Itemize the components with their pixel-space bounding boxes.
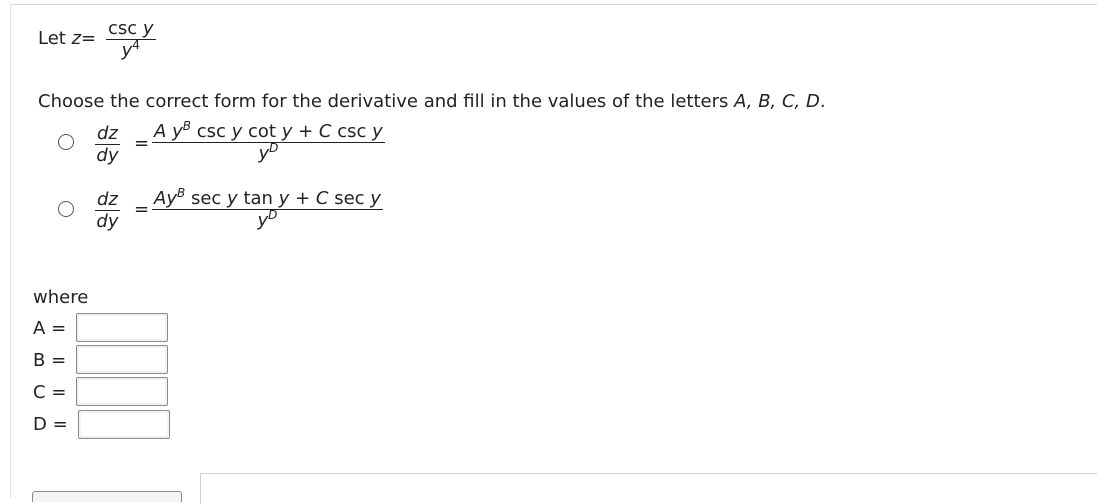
option-1-den-y: y [258,143,270,164]
field-c-label-row: C = [33,382,66,403]
option-1-lhs-num: dz [95,124,120,145]
z-num-variable: y [142,18,154,39]
option-1-A: A [154,121,167,142]
option-2-rhs-den: yD [257,208,278,232]
option-2-lhs-den: dy [96,211,118,233]
option-1-rhs-fraction: A yB csc y cot y + C csc y yD [152,119,385,165]
field-d-label-row: D = [33,414,68,435]
option-1-radio[interactable] [58,134,74,150]
instruction-text: Choose the correct form for the derivati… [38,91,826,112]
option-1-cot: cot [247,121,276,142]
field-d-input[interactable] [78,410,170,439]
option-2-equals: = [134,199,150,220]
option-1-equals: = [134,133,150,154]
z-num-function: csc [108,18,138,39]
option-2-lhs-fraction: dz dy [95,190,120,233]
option-1-csc-2: csc [337,121,367,142]
field-d-equals: = [52,414,68,435]
option-2-C: C [315,188,329,209]
option-1-B: B [182,119,191,133]
option-2-y-2: y [227,188,238,209]
option-2-radio[interactable] [58,201,74,217]
option-2-plus: + [295,188,311,209]
option-1-y-3: y [281,121,293,142]
left-border [10,4,11,498]
option-1-C: C [318,121,332,142]
field-b-label: B [33,350,46,371]
instruction-letters: A, B, C, D [734,91,820,112]
option-1-dy: dy [96,145,119,166]
option-2-sec-2: sec [334,188,365,209]
option-1-y-4: y [372,121,383,142]
submit-button[interactable] [32,491,182,502]
option-1-lhs-den: dy [96,145,118,167]
option-2-B: B [176,186,186,200]
field-a-label: A [33,318,46,339]
option-1-y: y [172,121,183,142]
top-border [10,4,1097,5]
option-2-tan: tan [243,188,273,209]
field-a-input[interactable] [76,313,168,342]
option-1-lhs-fraction: dz dy [95,124,120,167]
option-2-y-4: y [370,188,381,209]
option-1-y-2: y [231,121,243,142]
z-denominator: y4 [121,38,140,62]
field-c-input[interactable] [76,377,168,406]
field-a-equals: = [51,318,67,339]
option-1-D: D [269,141,279,155]
instruction-body: Choose the correct form for the derivati… [38,91,735,112]
option-2-A: A [154,188,167,209]
field-b-input[interactable] [76,345,168,374]
option-2-dz: dz [97,189,118,210]
option-2-y-3: y [278,188,290,209]
option-2-sec: sec [190,188,222,209]
field-b-equals: = [51,350,67,371]
z-den-variable: y [121,40,133,61]
option-2-y: y [166,188,177,209]
field-b-label-row: B = [33,350,66,371]
option-1-dz: dz [97,123,118,144]
bottom-panel [200,473,1097,504]
option-1-csc: csc [196,121,226,142]
option-2-lhs-num: dz [95,190,120,211]
z-den-exponent: 4 [132,38,140,52]
option-1-rhs-den: yD [258,141,279,165]
let-statement: Let z= [38,28,96,49]
instruction-period: . [819,91,826,112]
option-2-rhs-num: AyB sec y tan y + C sec y [152,186,383,210]
z-definition-fraction: csc y y4 [106,19,156,62]
let-variable: z [71,28,82,49]
z-numerator: csc y [106,19,156,40]
let-prefix: Let [38,28,72,49]
field-c-equals: = [51,382,67,403]
option-2-dy: dy [96,211,119,232]
where-label: where [33,287,89,308]
option-2-rhs-fraction: AyB sec y tan y + C sec y yD [152,186,383,232]
option-1-plus: + [298,121,314,142]
option-2-D: D [268,208,278,222]
field-c-label: C [33,382,46,403]
option-1-rhs-num: A yB csc y cot y + C csc y [152,119,385,143]
field-a-label-row: A = [33,318,66,339]
let-equals: = [81,28,97,49]
field-d-label: D [33,414,47,435]
option-2-den-y: y [257,210,269,231]
